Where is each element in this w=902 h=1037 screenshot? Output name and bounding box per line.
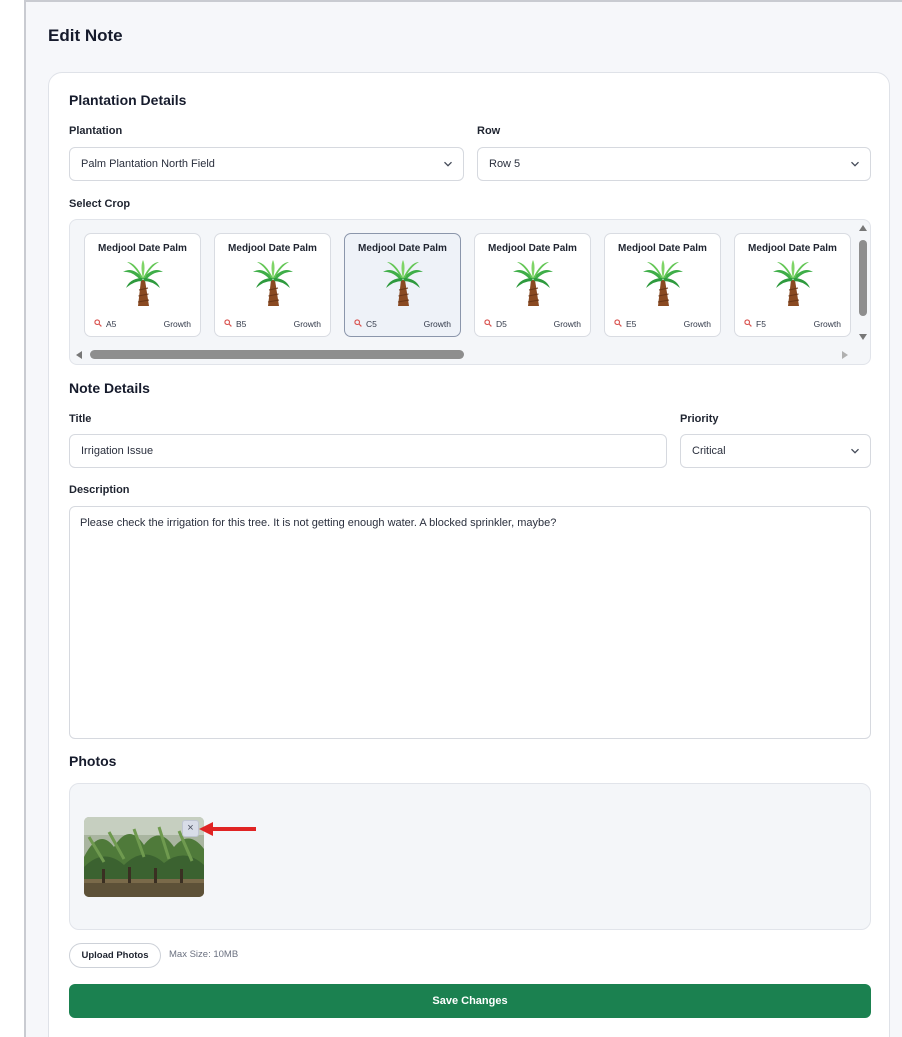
crop-stage: Growth xyxy=(553,319,581,329)
crop-card-e5[interactable]: Medjool Date Palm E5 Growth xyxy=(604,233,721,337)
crop-id-text: F5 xyxy=(756,319,766,329)
crop-name: Medjool Date Palm xyxy=(618,243,707,254)
scroll-down-arrow[interactable] xyxy=(859,334,867,340)
save-changes-button[interactable]: Save Changes xyxy=(69,984,871,1018)
crop-card-c5[interactable]: Medjool Date Palm C5 Growth xyxy=(344,233,461,337)
crop-stage: Growth xyxy=(683,319,711,329)
chevron-down-icon xyxy=(443,159,453,169)
crop-meta: D5 Growth xyxy=(484,319,581,329)
row-label: Row xyxy=(477,125,501,137)
crop-id: C5 xyxy=(354,319,377,329)
scroll-up-arrow[interactable] xyxy=(859,225,867,231)
crop-id-text: B5 xyxy=(236,319,247,329)
plantation-select[interactable]: Palm Plantation North Field xyxy=(69,147,464,181)
description-label: Description xyxy=(69,484,130,496)
search-icon xyxy=(614,319,622,329)
max-size-hint: Max Size: 10MB xyxy=(169,949,239,960)
close-icon: × xyxy=(187,822,194,834)
search-icon xyxy=(484,319,492,329)
priority-select-value: Critical xyxy=(692,445,726,457)
crop-id: F5 xyxy=(744,319,766,329)
crop-card-a5[interactable]: Medjool Date Palm A5 Growth xyxy=(84,233,201,337)
crop-name: Medjool Date Palm xyxy=(98,243,187,254)
select-crop-label: Select Crop xyxy=(69,198,131,210)
crop-name: Medjool Date Palm xyxy=(748,243,837,254)
crop-carousel[interactable]: Medjool Date Palm A5 Growth Medjool Date Pa… xyxy=(69,219,871,365)
crop-stage: Growth xyxy=(813,319,841,329)
crop-id-text: C5 xyxy=(366,319,377,329)
description-textarea[interactable]: Please check the irrigation for this tre… xyxy=(69,506,871,739)
annotation-arrow-icon xyxy=(197,820,259,838)
crop-stage: Growth xyxy=(163,319,191,329)
title-input[interactable]: Irrigation Issue xyxy=(69,434,667,468)
row-select[interactable]: Row 5 xyxy=(477,147,871,181)
crop-id-text: E5 xyxy=(626,319,637,329)
palm-tree-icon xyxy=(252,260,294,308)
priority-label: Priority xyxy=(680,413,719,425)
chevron-down-icon xyxy=(850,159,860,169)
crop-id: A5 xyxy=(94,319,116,329)
note-details-heading: Note Details xyxy=(69,380,150,396)
title-label: Title xyxy=(69,413,92,425)
crop-meta: B5 Growth xyxy=(224,319,321,329)
crop-id-text: A5 xyxy=(106,319,117,329)
crop-meta: A5 Growth xyxy=(94,319,191,329)
search-icon xyxy=(224,319,232,329)
photos-heading: Photos xyxy=(69,753,117,769)
scroll-right-arrow[interactable] xyxy=(842,351,848,359)
crop-card-f5[interactable]: Medjool Date Palm F5 Growth xyxy=(734,233,851,337)
palm-tree-icon xyxy=(642,260,684,308)
crop-name: Medjool Date Palm xyxy=(488,243,577,254)
crop-stage: Growth xyxy=(293,319,321,329)
crop-id: B5 xyxy=(224,319,246,329)
palm-tree-icon xyxy=(122,260,164,308)
crop-meta: C5 Growth xyxy=(354,319,451,329)
title-input-value: Irrigation Issue xyxy=(81,445,154,457)
crop-id-text: D5 xyxy=(496,319,507,329)
search-icon xyxy=(94,319,102,329)
photos-gallery xyxy=(69,783,871,930)
chevron-down-icon xyxy=(850,446,860,456)
crop-stage: Growth xyxy=(423,319,451,329)
crop-card-b5[interactable]: Medjool Date Palm B5 Growth xyxy=(214,233,331,337)
plantation-label: Plantation xyxy=(69,125,123,137)
priority-select[interactable]: Critical xyxy=(680,434,871,468)
horizontal-scrollbar-thumb[interactable] xyxy=(90,350,464,359)
vertical-scrollbar-thumb[interactable] xyxy=(859,240,867,316)
crop-card-d5[interactable]: Medjool Date Palm D5 Growth xyxy=(474,233,591,337)
search-icon xyxy=(744,319,752,329)
crop-name: Medjool Date Palm xyxy=(358,243,447,254)
description-text: Please check the irrigation for this tre… xyxy=(80,517,557,529)
scroll-left-arrow[interactable] xyxy=(76,351,82,359)
crop-name: Medjool Date Palm xyxy=(228,243,317,254)
plantation-select-value: Palm Plantation North Field xyxy=(81,158,215,170)
plantation-details-heading: Plantation Details xyxy=(69,92,187,108)
palm-tree-icon xyxy=(772,260,814,308)
crop-meta: E5 Growth xyxy=(614,319,711,329)
crop-meta: F5 Growth xyxy=(744,319,841,329)
palm-tree-icon xyxy=(382,260,424,308)
crop-id: D5 xyxy=(484,319,507,329)
upload-photos-button[interactable]: Upload Photos xyxy=(69,943,161,968)
palm-tree-icon xyxy=(512,260,554,308)
crop-id: E5 xyxy=(614,319,636,329)
row-select-value: Row 5 xyxy=(489,158,521,170)
search-icon xyxy=(354,319,362,329)
page-title: Edit Note xyxy=(48,26,123,45)
